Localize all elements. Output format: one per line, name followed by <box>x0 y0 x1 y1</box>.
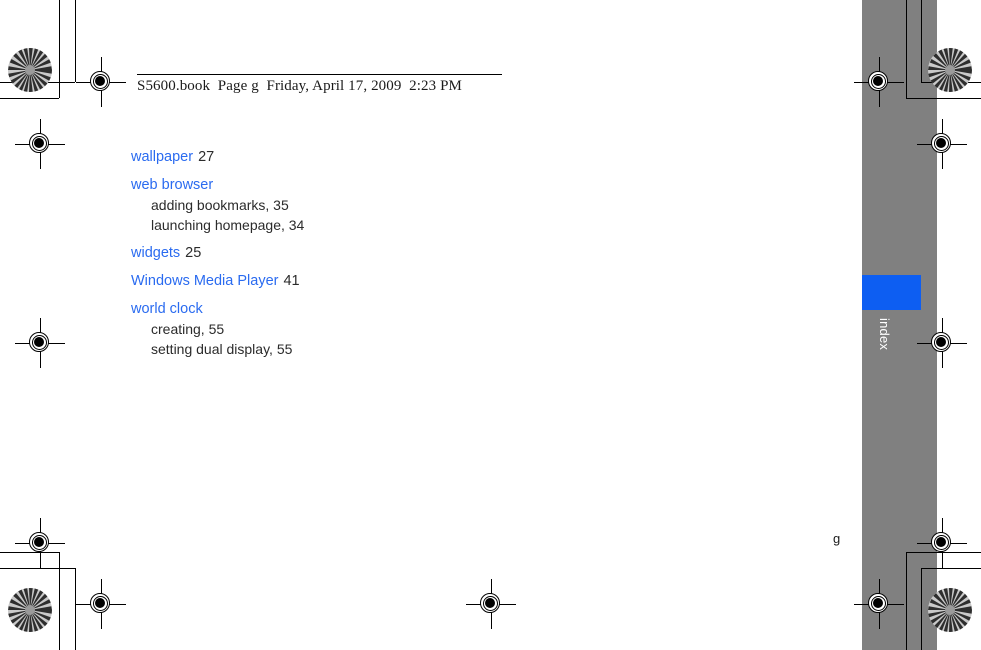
star-target-icon <box>928 588 972 632</box>
index-entry-list: wallpaper 27 web browser adding bookmarks… <box>131 148 551 368</box>
manual-page: index S5600.book Page g Friday, April 17… <box>0 0 981 650</box>
registration-ring-outer <box>29 532 49 552</box>
index-subentry[interactable]: setting dual display, 55 <box>131 339 551 359</box>
index-entry: wallpaper 27 <box>131 148 551 167</box>
registration-crosshair-vertical <box>490 579 492 629</box>
registration-crosshair-horizontal <box>76 603 126 605</box>
crop-line <box>921 0 922 82</box>
registration-dot <box>936 138 946 148</box>
star-target-icon <box>8 48 52 92</box>
registration-crosshair-vertical <box>39 318 41 368</box>
registration-ring-inner <box>31 135 47 151</box>
index-term[interactable]: widgets <box>131 245 180 261</box>
registration-dot <box>936 337 946 347</box>
registration-dot <box>936 537 946 547</box>
registration-crosshair-horizontal <box>15 143 65 145</box>
star-target-top-right <box>928 48 972 92</box>
index-subentry[interactable]: launching homepage, 34 <box>131 215 551 235</box>
crop-line <box>0 568 75 569</box>
star-target-icon <box>928 48 972 92</box>
star-target-bottom-right <box>928 588 972 632</box>
registration-ring-inner <box>92 73 108 89</box>
registration-ring-inner <box>31 534 47 550</box>
registration-ring-outer <box>480 593 500 613</box>
registration-crosshair-horizontal <box>15 342 65 344</box>
registration-dot <box>34 337 44 347</box>
registration-mark-bottom-center <box>466 579 516 629</box>
index-tab-label: index <box>877 318 892 351</box>
crop-line <box>906 98 981 99</box>
registration-mark-left-lower <box>15 518 65 568</box>
crop-line <box>906 552 981 553</box>
index-page-number: 27 <box>198 149 215 165</box>
index-entry-heading: web browser <box>131 176 551 195</box>
registration-dot <box>34 138 44 148</box>
registration-dot <box>95 598 105 608</box>
registration-ring-inner <box>92 595 108 611</box>
registration-ring-outer <box>90 593 110 613</box>
index-entry-heading: Windows Media Player 41 <box>131 272 551 291</box>
registration-crosshair-vertical <box>100 579 102 629</box>
registration-dot <box>34 537 44 547</box>
registration-crosshair-vertical <box>941 318 943 368</box>
index-tab-marker <box>862 275 921 310</box>
header-rule <box>137 74 502 75</box>
running-header: S5600.book Page g Friday, April 17, 2009… <box>137 78 462 94</box>
index-entry: widgets 25 <box>131 244 551 263</box>
index-entry: world clock creating, 55 setting dual di… <box>131 300 551 359</box>
star-target-top-left <box>8 48 52 92</box>
crop-line <box>59 0 60 98</box>
registration-mark-bottom-left <box>76 579 126 629</box>
index-entry: web browser adding bookmarks, 35 launchi… <box>131 176 551 235</box>
registration-dot <box>485 598 495 608</box>
star-target-icon <box>8 588 52 632</box>
crop-line <box>921 568 981 569</box>
star-target-bottom-left <box>8 588 52 632</box>
registration-ring-inner <box>482 595 498 611</box>
page-folio: g <box>833 531 841 546</box>
registration-ring-outer <box>90 71 110 91</box>
registration-crosshair-vertical <box>39 518 41 568</box>
crop-line <box>921 568 922 650</box>
index-term[interactable]: web browser <box>131 177 213 193</box>
crop-line <box>75 0 76 82</box>
index-term[interactable]: world clock <box>131 301 203 317</box>
index-term[interactable]: wallpaper <box>131 149 193 165</box>
crop-line <box>0 552 59 553</box>
registration-crosshair-vertical <box>100 57 102 107</box>
registration-crosshair-vertical <box>941 119 943 169</box>
registration-crosshair-horizontal <box>76 81 126 83</box>
index-entry: Windows Media Player 41 <box>131 272 551 291</box>
registration-mark-left-middle <box>15 318 65 368</box>
registration-crosshair-horizontal <box>15 542 65 544</box>
registration-crosshair-horizontal <box>466 603 516 605</box>
registration-mark-left-upper <box>15 119 65 169</box>
index-subentry-list: adding bookmarks, 35 launching homepage,… <box>131 195 551 235</box>
registration-dot <box>95 76 105 86</box>
index-page-number: 41 <box>283 273 300 289</box>
crop-line <box>59 552 60 650</box>
index-subentry[interactable]: creating, 55 <box>131 319 551 339</box>
registration-ring-inner <box>31 334 47 350</box>
crop-line <box>0 98 59 99</box>
registration-ring-outer <box>29 133 49 153</box>
index-subentry-list: creating, 55 setting dual display, 55 <box>131 319 551 359</box>
index-term[interactable]: Windows Media Player <box>131 273 278 289</box>
crop-line <box>75 568 76 650</box>
index-entry-heading: world clock <box>131 300 551 319</box>
index-entry-heading: widgets 25 <box>131 244 551 263</box>
index-page-number: 25 <box>185 245 202 261</box>
index-subentry[interactable]: adding bookmarks, 35 <box>131 195 551 215</box>
registration-crosshair-vertical <box>39 119 41 169</box>
crop-line <box>906 0 907 98</box>
registration-mark-top-left <box>76 57 126 107</box>
crop-line <box>906 552 907 650</box>
registration-crosshair-vertical <box>941 518 943 568</box>
index-entry-heading: wallpaper 27 <box>131 148 551 167</box>
registration-ring-outer <box>29 332 49 352</box>
